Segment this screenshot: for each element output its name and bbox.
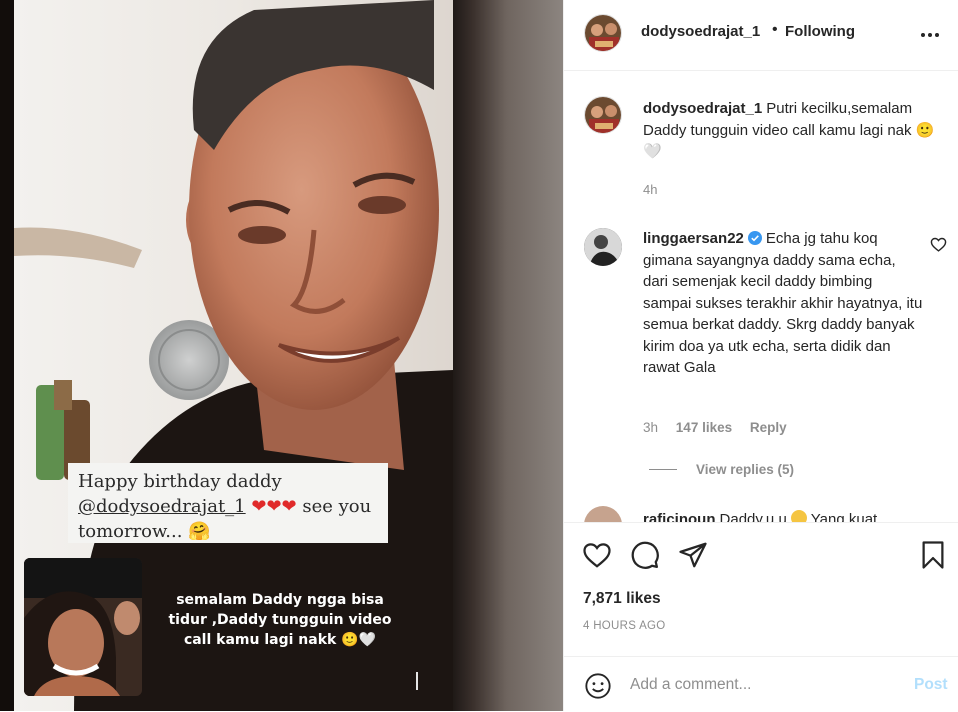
post-media[interactable]: Happy birthday daddy @dodysoedrajat_1 ❤❤…: [0, 0, 563, 711]
comment-text: Echa jg tahu koq gimana sayangnya daddy …: [643, 230, 923, 376]
save-button[interactable]: [918, 540, 948, 570]
more-options-button[interactable]: [920, 25, 940, 45]
comment-input[interactable]: [630, 673, 900, 697]
inset-photo: [24, 558, 142, 696]
add-comment-bar: Post: [564, 656, 958, 712]
comment-text: raficinoun Daddy.u.u Yang kuat: [643, 510, 877, 522]
comment-icon: [631, 541, 659, 569]
comment-partial: raficinoun Daddy.u.u Yang kuat: [584, 506, 958, 522]
caption-timestamp[interactable]: 4h: [643, 182, 657, 197]
comment-like-button[interactable]: [930, 236, 947, 253]
emoji-button[interactable]: [584, 672, 612, 700]
share-icon: [679, 542, 707, 568]
reply-button[interactable]: Reply: [750, 420, 787, 435]
story-text-sticker: Happy birthday daddy @dodysoedrajat_1 ❤❤…: [68, 463, 388, 543]
more-horizontal-icon: [921, 33, 939, 37]
story-text-line: @dodysoedrajat_1 ❤❤❤ see you: [78, 494, 378, 519]
video-call-inset: [24, 558, 142, 696]
hearts-emoji: ❤❤❤: [251, 496, 297, 517]
caption-overlay-line: semalam Daddy ngga bisa: [176, 592, 384, 608]
story-mention: @dodysoedrajat_1: [78, 496, 246, 517]
avatar-image: [584, 228, 622, 266]
comment-username[interactable]: raficinoun: [643, 511, 716, 522]
post-caption: dodysoedrajat_1 Putri kecilku,semalam Dad…: [643, 98, 943, 163]
like-button[interactable]: [582, 540, 612, 570]
text-cursor-mark: [416, 672, 418, 690]
comment-avatar[interactable]: [584, 506, 622, 522]
smiley-icon: [585, 673, 611, 699]
caption-username[interactable]: dodysoedrajat_1: [643, 100, 762, 117]
comment-text-end: Yang kuat: [810, 511, 878, 522]
caption-overlay-line: tidur ,Daddy tungguin video: [168, 612, 392, 628]
post-timestamp[interactable]: 4 HOURS AGO: [583, 620, 666, 632]
replies-divider: [649, 469, 677, 470]
comments-list[interactable]: dodysoedrajat_1 Putri kecilku,semalam Dad…: [564, 72, 958, 522]
share-button[interactable]: [678, 540, 708, 570]
story-text-line: tomorrow... 🤗: [78, 521, 211, 542]
view-replies-button[interactable]: View replies (5): [696, 462, 794, 477]
post-side-panel: dodysoedrajat_1 • Following dodysoedraja…: [563, 0, 958, 711]
verified-badge-icon: [747, 231, 762, 245]
comment-meta: 3h 147 likes Reply: [643, 420, 801, 435]
comment-button[interactable]: [630, 540, 660, 570]
video-caption-overlay: semalam Daddy ngga bisa tidur ,Daddy tun…: [160, 590, 400, 650]
separator-dot: •: [772, 21, 778, 38]
emoji-icon: [790, 510, 807, 522]
heart-icon: [930, 237, 947, 252]
video-frame: Happy birthday daddy @dodysoedrajat_1 ❤❤…: [14, 0, 453, 711]
avatar-image: [585, 97, 621, 133]
comment-likes-count[interactable]: 147 likes: [676, 420, 732, 435]
username-link[interactable]: dodysoedrajat_1: [641, 23, 760, 40]
avatar[interactable]: [584, 14, 622, 52]
likes-count[interactable]: 7,871 likes: [583, 590, 661, 608]
caption-avatar[interactable]: [584, 96, 622, 134]
story-text-line: Happy birthday daddy: [78, 471, 282, 492]
comment-avatar[interactable]: [584, 228, 622, 266]
comment-username[interactable]: linggaersan22: [643, 230, 744, 247]
comment-timestamp[interactable]: 3h: [643, 420, 658, 435]
story-text-fragment: see you: [296, 496, 372, 517]
following-button[interactable]: Following: [785, 23, 855, 40]
post-header: dodysoedrajat_1 • Following: [564, 0, 958, 71]
comment: linggaersan22 Echa jg tahu koq gimana say…: [643, 228, 923, 379]
comment-text-start: Daddy.u.u: [719, 511, 787, 522]
caption-overlay-line: call kamu lagi nakk 🙂🤍: [183, 632, 377, 648]
heart-icon: [583, 543, 611, 568]
bookmark-icon: [922, 541, 944, 569]
post-comment-button[interactable]: Post: [914, 676, 948, 694]
avatar-image: [585, 15, 621, 51]
post-actions: 7,871 likes 4 HOURS AGO Post: [564, 522, 958, 711]
